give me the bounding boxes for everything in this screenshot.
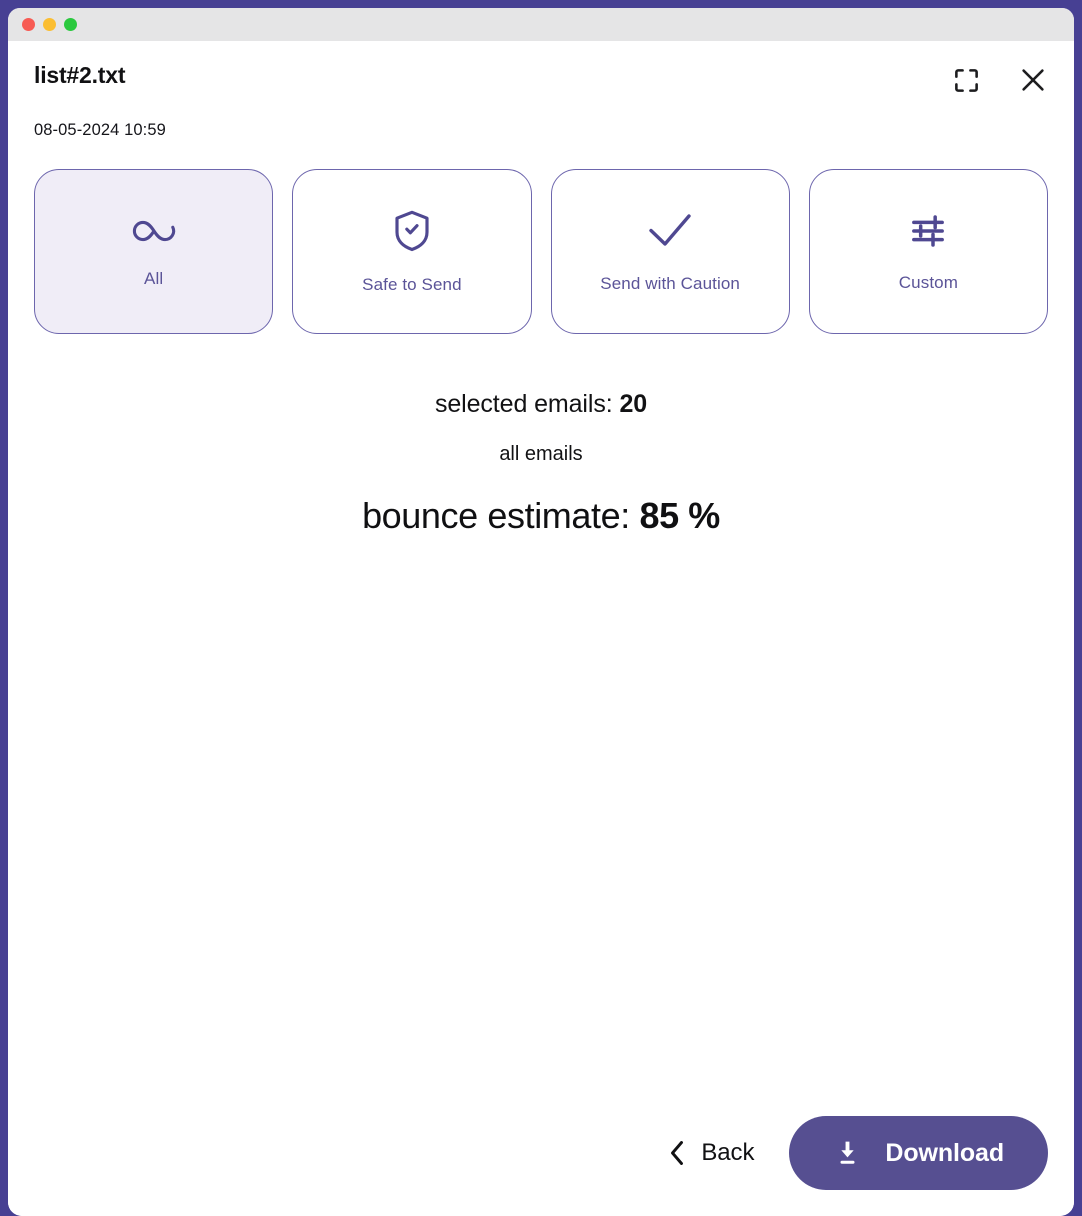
filter-card-safe-to-send[interactable]: Safe to Send <box>292 169 532 334</box>
chevron-left-icon <box>671 1141 684 1165</box>
close-dialog-button[interactable] <box>1018 65 1048 95</box>
infinity-icon <box>130 215 178 247</box>
filter-card-label: Custom <box>898 272 958 292</box>
filter-card-custom[interactable]: Custom <box>808 169 1048 334</box>
minimize-window-button[interactable] <box>43 18 56 31</box>
page-title: list#2.txt <box>34 62 126 88</box>
back-button-label: Back <box>701 1139 755 1166</box>
filter-card-label: Safe to Send <box>362 274 462 294</box>
filter-card-group: All Safe to Send Send with Caution Custo… <box>34 169 1048 334</box>
selected-emails-line: selected emails: 20 <box>34 390 1048 419</box>
footer-actions: Back Download <box>665 1116 1048 1190</box>
file-timestamp: 08-05-2024 10:59 <box>34 121 166 139</box>
filter-card-send-with-caution[interactable]: Send with Caution <box>550 169 790 334</box>
email-scope-label: all emails <box>499 443 583 465</box>
download-button-label: Download <box>885 1138 1004 1167</box>
desktop-background: list#2.txt 08-05-2024 10:59 All Safe to … <box>0 0 1082 1216</box>
close-icon <box>1022 69 1044 91</box>
window-titlebar <box>8 8 1074 41</box>
header: list#2.txt <box>34 41 1048 95</box>
shield-check-icon <box>392 209 432 253</box>
back-button[interactable]: Back <box>665 1133 758 1173</box>
check-icon <box>644 210 696 252</box>
selected-emails-label: selected emails: <box>434 390 613 418</box>
fullscreen-button[interactable] <box>953 67 980 94</box>
maximize-window-button[interactable] <box>64 18 77 31</box>
window-content: list#2.txt 08-05-2024 10:59 All Safe to … <box>8 41 1074 1216</box>
download-button[interactable]: Download <box>789 1116 1048 1190</box>
sliders-icon <box>908 211 948 251</box>
app-window: list#2.txt 08-05-2024 10:59 All Safe to … <box>8 8 1074 1216</box>
filter-card-label: All <box>144 268 164 288</box>
bounce-estimate-value: 85 % <box>639 495 720 536</box>
summary-block: selected emails: 20 all emails bounce es… <box>34 390 1048 537</box>
download-icon <box>840 1141 855 1164</box>
filter-card-label: Send with Caution <box>600 273 740 293</box>
filter-card-all[interactable]: All <box>34 169 274 334</box>
bounce-estimate-label: bounce estimate: <box>362 495 630 536</box>
fullscreen-icon <box>955 68 978 92</box>
close-window-button[interactable] <box>22 18 35 31</box>
selected-emails-count: 20 <box>619 390 648 418</box>
header-actions <box>953 64 1048 95</box>
bounce-estimate-line: bounce estimate: 85 % <box>34 495 1048 537</box>
